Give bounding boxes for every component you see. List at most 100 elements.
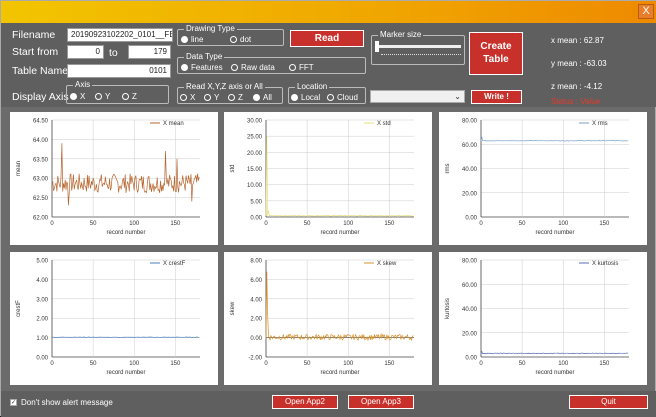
radio-icon	[230, 36, 237, 43]
y-tick-label: 0.00	[36, 356, 48, 362]
write-button[interactable]: Write !	[471, 90, 522, 104]
chart-x-skew: -2.000.002.004.006.008.00050100150record…	[224, 252, 432, 385]
y-tick-label: 30.00	[247, 119, 263, 125]
radio-icon	[122, 93, 129, 100]
axis-radio-x[interactable]: X	[70, 92, 85, 101]
radio-icon	[95, 93, 102, 100]
y-axis-label: mean	[16, 161, 22, 176]
radio-icon	[289, 64, 296, 71]
close-button[interactable]: X	[638, 4, 654, 19]
x-tick-label: 50	[519, 361, 526, 367]
data-radio-raw[interactable]: Raw data	[231, 63, 275, 72]
drawing-radio-dot[interactable]: dot	[230, 35, 251, 44]
open-app2-button[interactable]: Open App2	[272, 395, 338, 409]
axis-group-title: Axis	[73, 80, 92, 89]
read-radio-x[interactable]: X	[180, 93, 195, 102]
x-tick-label: 100	[129, 221, 140, 227]
radio-label: Cloud	[337, 93, 358, 102]
radio-icon	[231, 64, 238, 71]
chart-panel-x-rms: 0.0020.0040.0060.0080.00050100150record …	[439, 112, 647, 245]
x-tick-label: 0	[50, 361, 54, 367]
table-select[interactable]: ⌄	[370, 90, 465, 103]
series-line	[52, 143, 199, 205]
legend-label: X crestF	[163, 261, 186, 267]
x-tick-label: 100	[129, 361, 140, 367]
y-tick-label: 60.00	[462, 283, 478, 289]
open-app3-button[interactable]: Open App3	[348, 395, 414, 409]
legend-label: X std	[377, 121, 391, 127]
y-tick-label: 1.00	[36, 336, 48, 342]
drawing-radio-line[interactable]: line	[181, 35, 203, 44]
location-title: Location	[295, 82, 329, 91]
data-radio-fft[interactable]: FFT	[289, 63, 314, 72]
x-tick-label: 150	[599, 221, 610, 227]
chart-panel-x-std: 0.005.0010.0015.0020.0025.0030.000501001…	[224, 112, 432, 245]
app-window: X Filename 20190923102202_0101__FEA. Sta…	[0, 0, 656, 416]
location-radio-cloud[interactable]: Cloud	[327, 93, 358, 102]
chart-x-kurtosis: 0.0020.0040.0060.0080.00050100150record …	[439, 252, 647, 385]
x-axis-label: record number	[535, 230, 574, 236]
radio-selected-icon	[181, 36, 188, 43]
marker-size-label: Marker size	[378, 30, 423, 39]
read-radio-z[interactable]: Z	[228, 93, 243, 102]
x-tick-label: 0	[264, 361, 268, 367]
x-axis-label: record number	[106, 230, 145, 236]
y-tick-label: 64.50	[33, 119, 49, 125]
axis-radio-y[interactable]: Y	[95, 92, 110, 101]
y-tick-label: 0.00	[250, 216, 262, 222]
slider-thumb[interactable]	[375, 41, 379, 52]
legend-label: X mean	[163, 121, 184, 127]
y-tick-label: 63.00	[33, 177, 49, 183]
dont-show-checkbox[interactable]: ✓	[10, 399, 17, 406]
series-line	[266, 272, 413, 340]
y-tick-label: 4.00	[36, 278, 48, 284]
x-tick-label: 50	[304, 361, 311, 367]
y-tick-label: 15.00	[247, 167, 263, 173]
end-input[interactable]: 179	[128, 45, 171, 59]
y-tick-label: 6.00	[250, 278, 262, 284]
x-axis-label: record number	[320, 370, 359, 376]
axis-radio-z[interactable]: Z	[122, 92, 137, 101]
y-tick-label: -2.00	[248, 356, 262, 362]
x-tick-label: 0	[264, 221, 268, 227]
create-table-line2: Table	[470, 53, 522, 66]
y-tick-label: 0.00	[250, 336, 262, 342]
read-radio-y[interactable]: Y	[204, 93, 219, 102]
x-axis-label: record number	[106, 370, 145, 376]
x-tick-label: 100	[343, 221, 354, 227]
chart-panel-x-mean: 62.0062.5063.0063.5064.0064.50050100150r…	[10, 112, 218, 245]
y-tick-label: 80.00	[462, 259, 478, 265]
data-radio-features[interactable]: Features	[181, 63, 223, 72]
x-tick-label: 0	[479, 221, 483, 227]
y-tick-label: 20.00	[247, 151, 263, 157]
chart-x-std: 0.005.0010.0015.0020.0025.0030.000501001…	[224, 112, 432, 245]
read-button[interactable]: Read	[290, 30, 364, 47]
series-line	[481, 352, 628, 354]
y-tick-label: 20.00	[462, 331, 478, 337]
y-axis-label: rms	[445, 164, 451, 174]
y-tick-label: 60.00	[462, 143, 478, 149]
radio-label: dot	[240, 35, 251, 44]
y-tick-label: 20.00	[462, 191, 478, 197]
quit-button[interactable]: Quit	[569, 395, 648, 409]
legend-label: X rms	[592, 121, 608, 127]
start-from-label: Start from	[12, 46, 58, 58]
marker-size-slider[interactable]	[379, 45, 461, 48]
x-axis-label: record number	[535, 370, 574, 376]
radio-icon	[180, 94, 187, 101]
table-name-input[interactable]: 0101	[67, 64, 171, 78]
filename-input[interactable]: 20190923102202_0101__FEA.	[67, 28, 173, 42]
title-bar: X	[1, 1, 656, 23]
create-table-button[interactable]: Create Table	[469, 32, 523, 75]
read-radio-all[interactable]: All	[253, 93, 272, 102]
z-mean-text: z mean : -4.12	[551, 82, 602, 91]
x-tick-label: 0	[479, 361, 483, 367]
radio-label: All	[263, 93, 272, 102]
drawing-type-title: Drawing Type	[184, 24, 237, 33]
start-input[interactable]: 0	[67, 45, 104, 59]
y-tick-label: 62.00	[33, 216, 49, 222]
radio-selected-icon	[291, 94, 298, 101]
x-tick-label: 50	[304, 221, 311, 227]
radio-label: FFT	[299, 63, 314, 72]
location-radio-local[interactable]: Local	[291, 93, 320, 102]
